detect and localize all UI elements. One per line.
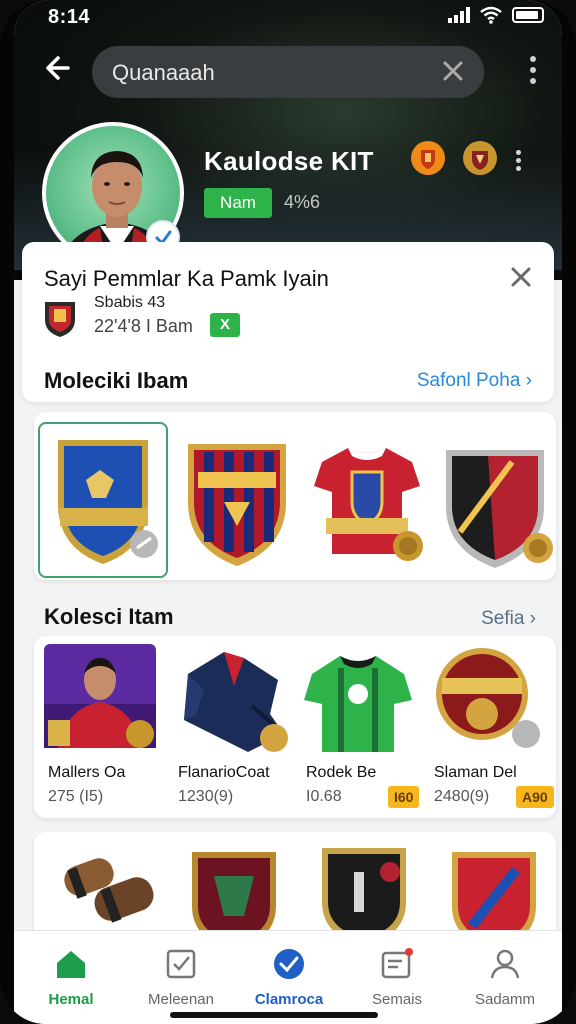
nav-label: Clamroca: [254, 991, 324, 1008]
home-indicator: [170, 1012, 378, 1018]
shield-icon: [446, 450, 553, 568]
player-card-icon: [44, 644, 156, 748]
status-badge[interactable]: Nam: [204, 188, 272, 218]
signal-icon: [448, 7, 470, 23]
more-vertical-icon[interactable]: [528, 56, 538, 90]
jersey-icon: [304, 656, 412, 752]
badges-strip: [34, 412, 556, 580]
badge-tile[interactable]: [174, 422, 304, 578]
check-circle-icon: [274, 949, 304, 979]
jersey-icon: [314, 448, 423, 561]
nav-label: Semais: [371, 991, 423, 1008]
list-item[interactable]: Rodek Be I0.68 I60: [302, 644, 430, 814]
checklist-icon: [166, 949, 196, 979]
profile-name: Kaulodse KIT: [204, 146, 374, 176]
nav-item-profile[interactable]: Sadamm: [450, 931, 560, 1024]
price-badge: A90: [516, 786, 554, 808]
status-badge: X: [210, 313, 240, 337]
shield-icon: [58, 440, 158, 564]
items-strip: Mallers Oa 275 (I5) FlanarioCoat 1230(9): [34, 636, 556, 818]
item-name: Mallers Oa: [48, 764, 126, 781]
items-link-label: Sefia: [481, 608, 525, 629]
items-see-all-link[interactable]: Sefia ›: [481, 608, 536, 630]
close-icon[interactable]: [438, 56, 468, 86]
nav-item-messages[interactable]: Semais: [342, 931, 452, 1024]
badge-tile[interactable]: [38, 422, 168, 578]
shield-icon: [322, 848, 406, 942]
bottom-nav: Hemal Meleenan Clamroca Semais Sadamm: [14, 930, 562, 1024]
item-name: Slaman Del: [434, 764, 517, 781]
badges-link-label: Safonl Poha: [416, 370, 521, 391]
phone-frame: 8:14 Quanaaah Kaulodse KIT Nam 4%6 Sayi …: [0, 0, 576, 1024]
back-arrow-icon[interactable]: [36, 52, 76, 92]
badge-tile[interactable]: [432, 422, 562, 578]
nav-label: Hemal: [48, 991, 94, 1008]
item-name: FlanarioCoat: [178, 764, 270, 781]
player-info-card: Sayi Pemmlar Ka Pamk Iyain Sbabis 43 22'…: [22, 242, 554, 402]
item-meta: 2480(9): [434, 788, 490, 805]
price-badge: I60: [388, 786, 420, 808]
status-icons: [448, 6, 544, 24]
close-icon[interactable]: [506, 262, 536, 292]
chevron-right-icon: ›: [525, 370, 532, 391]
item-name: Rodek Be: [306, 764, 377, 781]
crest-icon: [188, 444, 286, 566]
nav-item-collection[interactable]: Clamroca: [234, 931, 344, 1024]
app-screen: 8:14 Quanaaah Kaulodse KIT Nam 4%6 Sayi …: [14, 0, 562, 1024]
more-vertical-icon[interactable]: [514, 150, 522, 172]
coat-icon: [184, 652, 288, 752]
profile-count: 4%6: [284, 192, 321, 212]
item-meta: 275 (I5): [48, 788, 104, 805]
battery-icon: [512, 7, 544, 23]
badges-see-all-link[interactable]: Safonl Poha ›: [417, 370, 532, 392]
status-bar: 8:14: [14, 0, 562, 36]
badges-section-title: Moleciki Ibam: [44, 368, 189, 393]
profile-icon: [490, 949, 520, 979]
badge-tile[interactable]: [304, 422, 434, 578]
gloves-icon: [64, 858, 154, 923]
item-meta: I0.68: [306, 788, 342, 805]
status-time: 8:14: [48, 6, 91, 28]
search-input[interactable]: Quanaaah: [92, 46, 484, 98]
info-subtitle: Sbabis 43: [94, 294, 166, 311]
home-icon: [57, 951, 85, 978]
club-crest-icon: [45, 302, 75, 337]
nav-label: Meleenan: [148, 991, 214, 1008]
crest-icon[interactable]: [462, 140, 498, 176]
list-item[interactable]: Mallers Oa 275 (I5): [44, 644, 172, 814]
item-meta: 1230(9): [178, 788, 234, 805]
shield-icon[interactable]: [410, 140, 446, 176]
nav-item-home[interactable]: Hemal: [16, 931, 126, 1024]
wifi-icon: [480, 6, 502, 24]
list-item[interactable]: FlanarioCoat 1230(9): [174, 644, 302, 814]
top-bar: Quanaaah: [14, 44, 562, 100]
notification-icon: [381, 948, 413, 979]
list-item[interactable]: Slaman Del 2480(9) A90: [430, 644, 558, 814]
info-title: Sayi Pemmlar Ka Pamk Iyain: [44, 266, 329, 291]
chevron-right-icon: ›: [529, 608, 536, 629]
nav-label: Sadamm: [474, 991, 536, 1008]
search-query: Quanaaah: [112, 60, 215, 85]
crest-icon: [436, 648, 540, 748]
items-section-title: Kolesci Itam: [44, 604, 174, 629]
info-stats: 22'4'8 I Bam: [94, 316, 193, 336]
nav-item-tasks[interactable]: Meleenan: [126, 931, 236, 1024]
